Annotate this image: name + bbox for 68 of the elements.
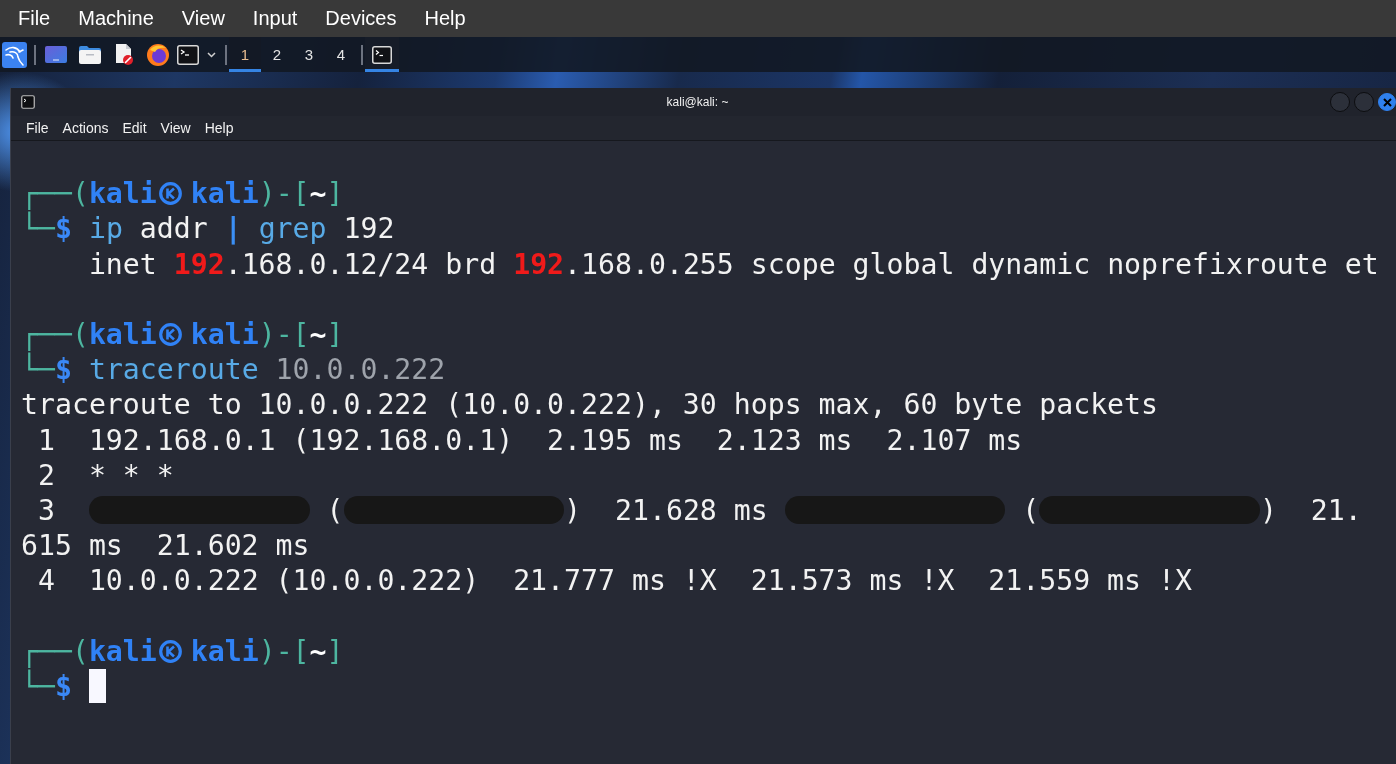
output-line: 2 * * * [38, 457, 174, 493]
current-directory: ~ [309, 176, 327, 212]
menu-item[interactable]: Edit [115, 117, 154, 139]
chevron-down-icon[interactable] [207, 51, 216, 58]
current-directory: ~ [309, 316, 327, 353]
menu-item[interactable]: File [19, 117, 56, 139]
workspace-button[interactable]: 4 [325, 37, 357, 72]
prompt-separator: )-[ [258, 316, 310, 353]
window-title: kali@kali: ~ [665, 95, 730, 109]
prompt-symbol: $ [54, 353, 72, 388]
command-text: traceroute 10.0.0.222 [88, 352, 446, 388]
prompt-frame: ┌──( [21, 176, 89, 212]
terminal-icon[interactable] [177, 44, 199, 65]
flame-globe-icon[interactable] [147, 43, 169, 66]
circled-k-icon [157, 182, 183, 206]
command-text: ip addr | grep 192 [88, 211, 395, 247]
prompt-bracket: ] [326, 633, 344, 669]
swirl-logo-icon[interactable] [2, 41, 27, 68]
output-text: ( [326, 492, 344, 529]
menu-item[interactable]: Actions [55, 117, 116, 139]
prompt-corner: └─ [21, 352, 55, 388]
host-name: kali [190, 633, 259, 669]
output-line: inet 192.168.0.12/24 brd 192.168.0.255 scope global dynamic noprefixroute et [88, 246, 1379, 282]
output-line: 615 ms 21.602 ms [21, 528, 310, 564]
output-text: ) 21. [1259, 492, 1362, 529]
prompt-corner: └─ [21, 668, 55, 704]
prompt-frame: ┌──( [21, 316, 89, 353]
prompt-separator: )-[ [258, 176, 310, 212]
menu-item[interactable]: Help [197, 117, 241, 139]
terminal-icon [21, 95, 35, 109]
menu-item[interactable]: File [5, 3, 64, 34]
document-icon[interactable] [115, 44, 133, 65]
workspace-button[interactable]: 2 [261, 37, 293, 72]
prompt-separator: )-[ [258, 633, 310, 669]
output-line: traceroute to 10.0.0.222 (10.0.0.222), 30 hops max, 60 byte packets [21, 387, 1158, 423]
output-text: ) 21.628 ms [564, 492, 768, 529]
prompt-symbol: $ [54, 212, 72, 247]
prompt-bracket: ] [326, 176, 344, 212]
current-directory: ~ [309, 633, 327, 669]
host-name: kali [190, 176, 259, 212]
output-line: 4 10.0.0.222 (10.0.0.222) 21.777 ms !X 21.573 ms !X 21.559 ms !X [38, 563, 1192, 599]
window-icon[interactable] [45, 46, 67, 63]
menu-item[interactable]: Devices [312, 3, 410, 34]
circled-k-icon [157, 323, 183, 347]
user-name: kali [88, 316, 157, 353]
output-line: 1 192.168.0.1 (192.168.0.1) 2.195 ms 2.123 ms 2.107 ms [38, 422, 1023, 458]
user-name: kali [88, 633, 157, 669]
workspace-button[interactable]: 3 [293, 37, 325, 72]
close-button[interactable] [1378, 93, 1396, 111]
menu-item[interactable]: Input [239, 3, 311, 34]
menu-item[interactable]: Help [411, 3, 479, 34]
workspace-button[interactable]: 1 [229, 37, 261, 72]
circled-k-icon [157, 639, 183, 663]
terminal-icon [372, 45, 392, 64]
menu-item[interactable]: Machine [65, 3, 167, 34]
prompt-symbol: $ [54, 668, 72, 704]
user-name: kali [88, 176, 157, 212]
close-icon [1382, 97, 1392, 107]
output-text: 3 [38, 492, 55, 529]
folder-icon[interactable] [79, 45, 101, 64]
prompt-frame: ┌──( [21, 633, 89, 669]
output-text: ( [1022, 492, 1040, 529]
host-name: kali [190, 316, 259, 353]
menu-item[interactable]: View [168, 3, 238, 34]
menu-item[interactable]: View [153, 117, 198, 139]
taskbar-window-button[interactable] [365, 37, 399, 72]
prompt-corner: └─ [21, 211, 55, 247]
prompt-bracket: ] [326, 316, 344, 353]
